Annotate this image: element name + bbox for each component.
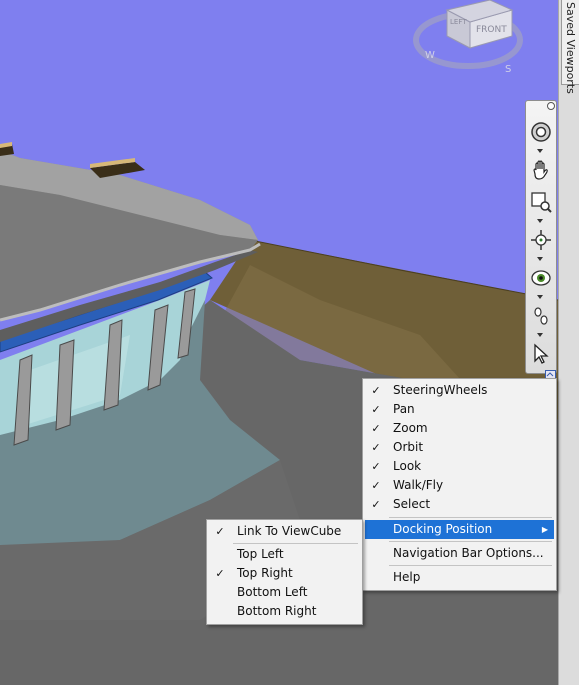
check-icon: ✓ [371, 441, 381, 454]
menu-item-label: Walk/Fly [393, 478, 444, 492]
check-icon: ✓ [371, 479, 381, 492]
side-panel: Saved Viewports [558, 0, 579, 685]
menu-item-steeringwheels[interactable]: ✓ SteeringWheels [365, 381, 554, 400]
menu-item-label: Select [393, 497, 431, 511]
look-dropdown-icon[interactable] [537, 295, 543, 299]
look-eye-icon[interactable] [528, 265, 554, 291]
navigation-bar-context-menu: ✓ SteeringWheels ✓ Pan ✓ Zoom ✓ Orbit ✓ … [362, 378, 557, 591]
pan-hand-icon[interactable] [528, 157, 554, 183]
check-icon: ✓ [215, 525, 225, 538]
docking-position-submenu: ✓ Link To ViewCube Top Left ✓ Top Right … [206, 519, 363, 625]
menu-item-navigation-bar-options[interactable]: Navigation Bar Options... [365, 544, 554, 563]
menu-item-label: Help [393, 570, 421, 584]
menu-item-help[interactable]: Help [365, 568, 554, 587]
menu-item-label: Bottom Left [237, 585, 308, 599]
viewcube-left-label: LEFT [450, 18, 467, 26]
orbit-dropdown-icon[interactable] [537, 257, 543, 261]
compass-w-label: W [425, 50, 435, 61]
zoom-window-icon[interactable] [528, 189, 554, 215]
walk-dropdown-icon[interactable] [537, 333, 543, 337]
menu-separator [233, 543, 358, 544]
menu-item-look[interactable]: ✓ Look [365, 457, 554, 476]
check-icon: ✓ [371, 498, 381, 511]
menu-item-docking-position[interactable]: Docking Position ▶ [365, 520, 554, 539]
steering-wheel-icon[interactable] [528, 119, 554, 145]
menu-item-pan[interactable]: ✓ Pan [365, 400, 554, 419]
navigation-bar[interactable] [525, 100, 557, 374]
menu-item-label: Zoom [393, 421, 428, 435]
menu-item-select[interactable]: ✓ Select [365, 495, 554, 514]
menu-item-label: Docking Position [393, 522, 493, 536]
select-arrow-icon[interactable] [528, 341, 554, 367]
walk-footprints-icon[interactable] [528, 303, 554, 329]
saved-viewports-tab[interactable]: Saved Viewports [561, 0, 579, 94]
saved-viewports-label: Saved Viewports [564, 2, 577, 94]
menu-item-label: Top Right [237, 566, 293, 580]
steering-wheel-dropdown-icon[interactable] [537, 149, 543, 153]
viewcube-front-label: FRONT [476, 25, 507, 35]
menu-item-walk-fly[interactable]: ✓ Walk/Fly [365, 476, 554, 495]
menu-separator [389, 541, 552, 542]
menu-separator [389, 565, 552, 566]
submenu-item-bottom-right[interactable]: Bottom Right [209, 602, 360, 621]
menu-item-label: Navigation Bar Options... [393, 546, 544, 560]
orbit-icon[interactable] [528, 227, 554, 253]
submenu-item-top-left[interactable]: Top Left [209, 545, 360, 564]
compass-s-label: S [505, 64, 511, 75]
submenu-arrow-icon: ▶ [541, 525, 548, 534]
menu-item-label: Orbit [393, 440, 424, 454]
menu-item-label: Look [393, 459, 422, 473]
zoom-dropdown-icon[interactable] [537, 219, 543, 223]
menu-item-label: SteeringWheels [393, 383, 488, 397]
menu-item-label: Pan [393, 402, 415, 416]
check-icon: ✓ [371, 460, 381, 473]
submenu-item-link-to-viewcube[interactable]: ✓ Link To ViewCube [209, 522, 360, 541]
menu-item-orbit[interactable]: ✓ Orbit [365, 438, 554, 457]
check-icon: ✓ [371, 422, 381, 435]
menu-item-label: Top Left [237, 547, 284, 561]
check-icon: ✓ [371, 403, 381, 416]
check-icon: ✓ [215, 567, 225, 580]
check-icon: ✓ [371, 384, 381, 397]
menu-item-label: Bottom Right [237, 604, 317, 618]
menu-item-zoom[interactable]: ✓ Zoom [365, 419, 554, 438]
menu-separator [389, 517, 552, 518]
submenu-item-top-right[interactable]: ✓ Top Right [209, 564, 360, 583]
close-icon[interactable] [547, 102, 555, 110]
menu-item-label: Link To ViewCube [237, 524, 342, 538]
submenu-item-bottom-left[interactable]: Bottom Left [209, 583, 360, 602]
